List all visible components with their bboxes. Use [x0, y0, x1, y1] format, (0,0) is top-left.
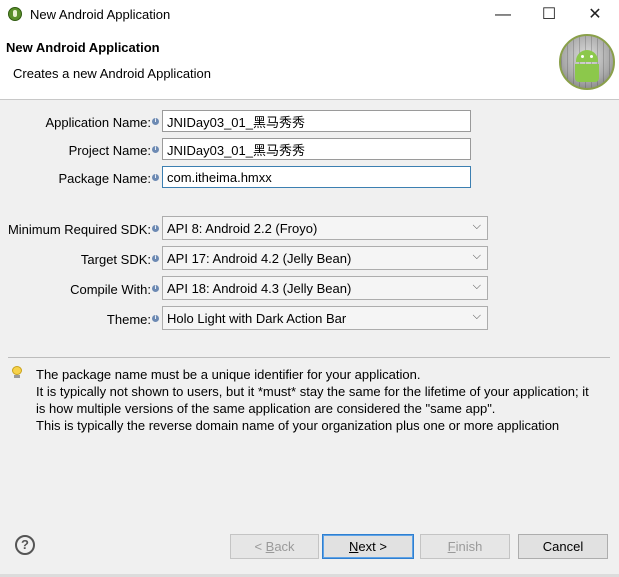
back-prefix: < — [254, 539, 266, 554]
min-sdk-label: Minimum Required SDK: — [7, 222, 151, 237]
close-button[interactable]: ✕ — [572, 0, 618, 30]
info-icon: i — [152, 225, 159, 232]
next-mnemonic: N — [349, 539, 359, 554]
title-bar: New Android Application — ☐ ✕ — [0, 0, 619, 30]
info-icon: i — [152, 255, 159, 262]
help-line: The package name must be a unique identi… — [36, 367, 421, 382]
target-sdk-select[interactable]: API 17: Android 4.2 (Jelly Bean) ⌵ — [162, 246, 488, 270]
bulb-glass — [12, 366, 22, 375]
project-name-label: Project Name: — [68, 143, 151, 158]
android-body — [575, 64, 599, 82]
info-icon: i — [152, 146, 159, 153]
wizard-subtitle: Creates a new Android Application — [13, 66, 212, 81]
finish-rest: inish — [455, 539, 483, 554]
help-line: is how multiple versions of the same app… — [36, 401, 496, 416]
compile-with-label: Compile With: — [70, 282, 151, 297]
chevron-down-icon: ⌵ — [472, 220, 481, 232]
chevron-down-icon: ⌵ — [472, 310, 481, 322]
package-name-label: Package Name: — [58, 171, 152, 186]
help-description: The package name must be a unique identi… — [36, 366, 611, 434]
chevron-down-icon: ⌵ — [472, 250, 481, 262]
maximize-button[interactable]: ☐ — [526, 0, 572, 30]
minimize-button[interactable]: — — [480, 0, 526, 30]
back-button[interactable]: < Back — [230, 534, 319, 559]
finish-button[interactable]: Finish — [420, 534, 510, 559]
wizard-title: New Android Application — [6, 40, 160, 55]
application-name-label: Application Name: — [45, 115, 152, 130]
compile-with-select[interactable]: API 18: Android 4.3 (Jelly Bean) ⌵ — [162, 276, 488, 300]
theme-select[interactable]: Holo Light with Dark Action Bar ⌵ — [162, 306, 488, 330]
target-sdk-value: API 17: Android 4.2 (Jelly Bean) — [167, 251, 352, 266]
info-icon: i — [152, 118, 159, 125]
project-name-input[interactable] — [162, 138, 471, 160]
info-icon: i — [152, 285, 159, 292]
theme-label: Theme: — [106, 312, 151, 327]
lightbulb-icon — [12, 366, 22, 378]
wizard-header: New Android Application Creates a new An… — [0, 30, 619, 100]
divider — [8, 357, 610, 358]
android-eye-left — [581, 55, 584, 58]
cancel-button[interactable]: Cancel — [518, 534, 608, 559]
target-sdk-label: Target SDK: — [80, 252, 151, 267]
theme-value: Holo Light with Dark Action Bar — [167, 311, 347, 326]
package-name-input[interactable] — [162, 166, 471, 188]
eclipse-app-icon — [8, 7, 22, 21]
info-icon: i — [152, 315, 159, 322]
bulb-base — [14, 375, 20, 378]
compile-with-value: API 18: Android 4.3 (Jelly Bean) — [167, 281, 352, 296]
min-sdk-value: API 8: Android 2.2 (Froyo) — [167, 221, 318, 236]
android-eye-right — [590, 55, 593, 58]
next-rest: ext > — [358, 539, 387, 554]
window-title: New Android Application — [30, 7, 171, 22]
back-rest: ack — [274, 539, 295, 554]
help-line: This is typically the reverse domain nam… — [36, 418, 560, 433]
next-button[interactable]: Next > — [322, 534, 414, 559]
application-name-input[interactable] — [162, 110, 471, 132]
info-icon: i — [152, 174, 159, 181]
finish-mnemonic: F — [447, 539, 456, 554]
help-button[interactable]: ? — [15, 535, 35, 555]
chevron-down-icon: ⌵ — [472, 280, 481, 292]
help-line: It is typically not shown to users, but … — [36, 384, 589, 399]
min-sdk-select[interactable]: API 8: Android 2.2 (Froyo) ⌵ — [162, 216, 488, 240]
android-logo-icon — [559, 34, 615, 90]
